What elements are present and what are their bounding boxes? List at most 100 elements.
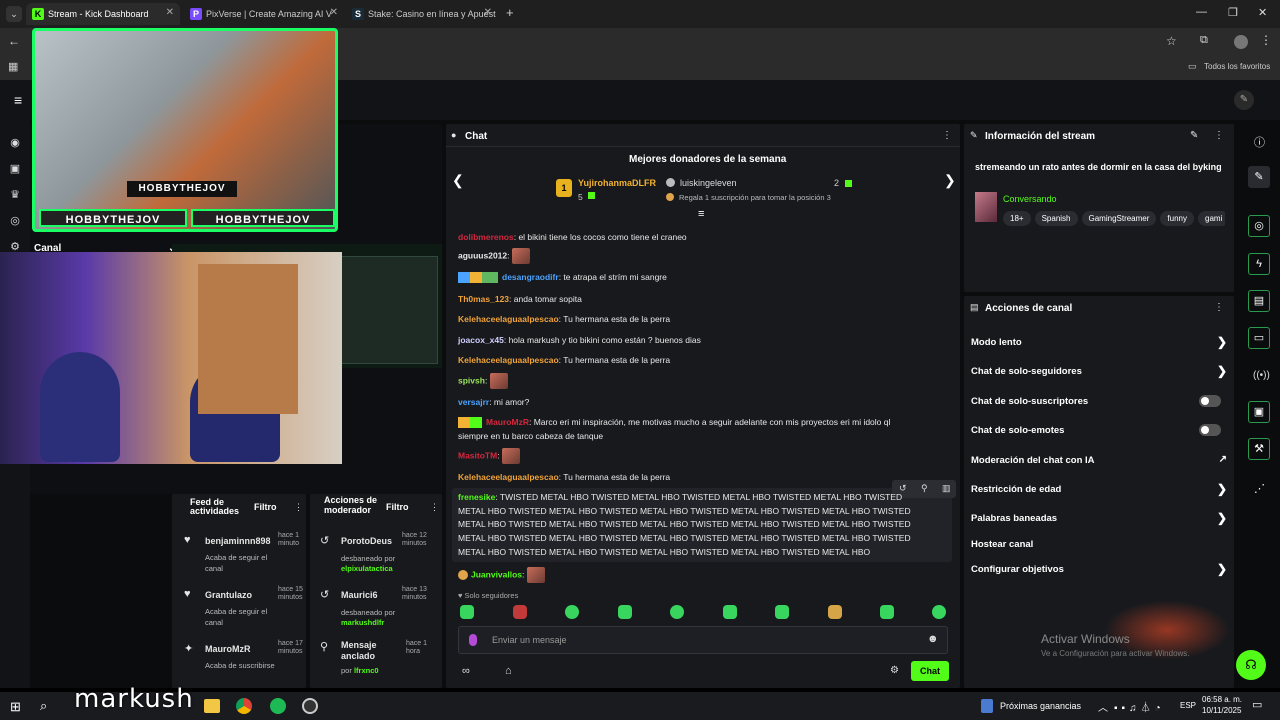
- close-window-icon[interactable]: ✕: [1258, 6, 1267, 19]
- emote-icon[interactable]: [932, 605, 946, 619]
- chat-settings-icon[interactable]: ⚙: [890, 665, 899, 676]
- chat-username[interactable]: Kelehaceelaguaalpescao: [458, 314, 559, 324]
- feed-user[interactable]: MauroMzR: [205, 644, 251, 654]
- edit-icon[interactable]: ✎: [1190, 130, 1198, 141]
- pin-icon[interactable]: ⚲: [921, 483, 928, 494]
- tab-stake[interactable]: S Stake: Casino en línea y Apuest ✕: [346, 3, 498, 25]
- chat-icon[interactable]: ▭: [1248, 327, 1270, 349]
- mod-user[interactable]: PorotoDeus: [341, 536, 392, 546]
- minimize-icon[interactable]: —: [1196, 6, 1207, 18]
- broadcast-icon[interactable]: ((•)): [1253, 370, 1270, 381]
- prev-arrow-icon[interactable]: ❮: [452, 172, 464, 189]
- new-tab-icon[interactable]: +: [506, 5, 514, 20]
- tab-kick-dashboard[interactable]: K Stream - Kick Dashboard ✕: [26, 3, 180, 25]
- chat-username[interactable]: frenesike: [458, 492, 495, 502]
- tray-chevron-icon[interactable]: ︿: [1098, 699, 1108, 714]
- mic-icon[interactable]: [469, 634, 477, 646]
- chat-username[interactable]: Kelehaceelaguaalpescao: [458, 355, 559, 365]
- emote-icon[interactable]: [880, 605, 894, 619]
- chat-send-button[interactable]: Chat: [911, 661, 949, 681]
- clock-time[interactable]: 06:58 a. m.: [1202, 695, 1242, 704]
- trophy-icon[interactable]: ♛: [8, 188, 22, 202]
- action-set-goals[interactable]: Configurar objetivos ❯: [971, 562, 1227, 576]
- action-banned-words[interactable]: Palabras baneadas ❯: [971, 511, 1227, 525]
- chat-username[interactable]: versajrr: [458, 397, 489, 407]
- store-icon[interactable]: ⌂: [505, 665, 512, 677]
- restore-icon[interactable]: ❐: [1228, 6, 1238, 19]
- emote-icon[interactable]: [460, 605, 474, 619]
- user-avatar[interactable]: ✎: [1234, 90, 1254, 110]
- chrome-icon[interactable]: [236, 698, 252, 714]
- stream-tag[interactable]: funny: [1160, 211, 1194, 226]
- donor-name[interactable]: YujirohanmaDLFR: [578, 178, 656, 188]
- emote-icon[interactable]: [828, 605, 842, 619]
- emote-icon[interactable]: [723, 605, 737, 619]
- chat-username[interactable]: dolibmerenos: [458, 232, 514, 242]
- chat-username[interactable]: Kelehaceelaguaalpescao: [458, 472, 559, 482]
- chat-username[interactable]: spivsh: [458, 375, 485, 385]
- mod-user[interactable]: Mensaje anclado: [341, 640, 391, 662]
- feed-user[interactable]: Grantulazo: [205, 590, 252, 600]
- news-widget-icon[interactable]: [981, 699, 993, 713]
- action-age-restriction[interactable]: Restricción de edad ❯: [971, 482, 1227, 496]
- emote-icon[interactable]: [618, 605, 632, 619]
- tab-pixverse[interactable]: P PixVerse | Create Amazing AI V ✕: [184, 3, 344, 25]
- broadcast-icon[interactable]: ◉: [8, 136, 22, 150]
- chat-username[interactable]: joacox_x45: [458, 335, 504, 345]
- notification-icon[interactable]: ▭: [1252, 698, 1262, 711]
- document-icon[interactable]: ▤: [1248, 290, 1270, 312]
- close-tab-icon[interactable]: ✕: [330, 7, 338, 18]
- delete-icon[interactable]: ▥: [942, 483, 951, 494]
- chat-username[interactable]: Juanvivallos: [471, 569, 522, 579]
- extensions-icon[interactable]: ⧉: [1200, 34, 1208, 47]
- chat-menu-icon[interactable]: ⋮: [942, 130, 952, 141]
- support-button[interactable]: ☊: [1236, 650, 1266, 680]
- action-host-channel[interactable]: Hostear canal: [971, 539, 1033, 550]
- mod-filter-button[interactable]: Filtro: [386, 502, 409, 512]
- clock-date[interactable]: 10/11/2025: [1202, 706, 1241, 715]
- stream-tag[interactable]: 18+: [1003, 211, 1031, 226]
- feed-user[interactable]: benjaminnn898: [205, 536, 271, 546]
- emote-icon[interactable]: [513, 605, 527, 619]
- emotes-only-toggle[interactable]: [1199, 424, 1221, 436]
- camera-icon[interactable]: ◎: [1248, 215, 1270, 237]
- subscribers-only-toggle[interactable]: [1199, 395, 1221, 407]
- star-icon[interactable]: ☆: [1166, 34, 1177, 48]
- close-tab-icon[interactable]: ✕: [484, 7, 492, 18]
- news-widget-label[interactable]: Próximas ganancias: [1000, 701, 1081, 711]
- emote-icon[interactable]: [670, 605, 684, 619]
- mod-by[interactable]: markushdlfr: [341, 618, 384, 627]
- action-ai-moderation[interactable]: Moderación del chat con IA ↗: [971, 454, 1227, 466]
- stream-tag[interactable]: GamingStreamer: [1081, 211, 1157, 226]
- search-icon[interactable]: ⌕: [40, 698, 47, 714]
- action-slow-mode[interactable]: Modo lento ❯: [971, 335, 1227, 349]
- info-icon[interactable]: ⓘ: [1254, 134, 1265, 150]
- language-indicator[interactable]: ESP: [1180, 701, 1196, 710]
- close-tab-icon[interactable]: ✕: [166, 7, 174, 18]
- donor-name[interactable]: luiskingeleven: [680, 178, 737, 188]
- chat-input-box[interactable]: Enviar un mensaje ☻: [458, 626, 948, 654]
- filter-icon[interactable]: ≡: [698, 208, 704, 220]
- camera-icon[interactable]: ◎: [8, 214, 22, 228]
- chat-username[interactable]: MasitoTM: [458, 450, 497, 460]
- chat-username[interactable]: aguuus2012: [458, 250, 507, 260]
- mod-by[interactable]: lfrxnc0: [354, 666, 379, 675]
- chat-username[interactable]: Th0mas_123: [458, 294, 509, 304]
- mod-user[interactable]: Maurici6: [341, 590, 378, 600]
- apps-icon[interactable]: ▦: [8, 60, 18, 73]
- lightning-icon[interactable]: ϟ: [1248, 253, 1270, 275]
- more-icon[interactable]: ⋮: [430, 502, 439, 513]
- emoji-icon[interactable]: ☻: [927, 633, 939, 645]
- points-icon[interactable]: ∞: [462, 665, 470, 677]
- emote-icon[interactable]: [565, 605, 579, 619]
- back-icon[interactable]: ←: [8, 34, 20, 48]
- stream-tag[interactable]: Spanish: [1034, 211, 1078, 226]
- emote-icon[interactable]: [775, 605, 789, 619]
- save-icon[interactable]: ▣: [1248, 401, 1270, 423]
- obs-icon[interactable]: [302, 698, 318, 714]
- next-arrow-icon[interactable]: ❯: [944, 172, 956, 189]
- pencil-icon[interactable]: ✎: [1248, 166, 1270, 188]
- wrench-icon[interactable]: ⚒: [1248, 438, 1270, 460]
- spotify-icon[interactable]: [270, 698, 286, 714]
- more-icon[interactable]: ⋮: [1214, 302, 1224, 313]
